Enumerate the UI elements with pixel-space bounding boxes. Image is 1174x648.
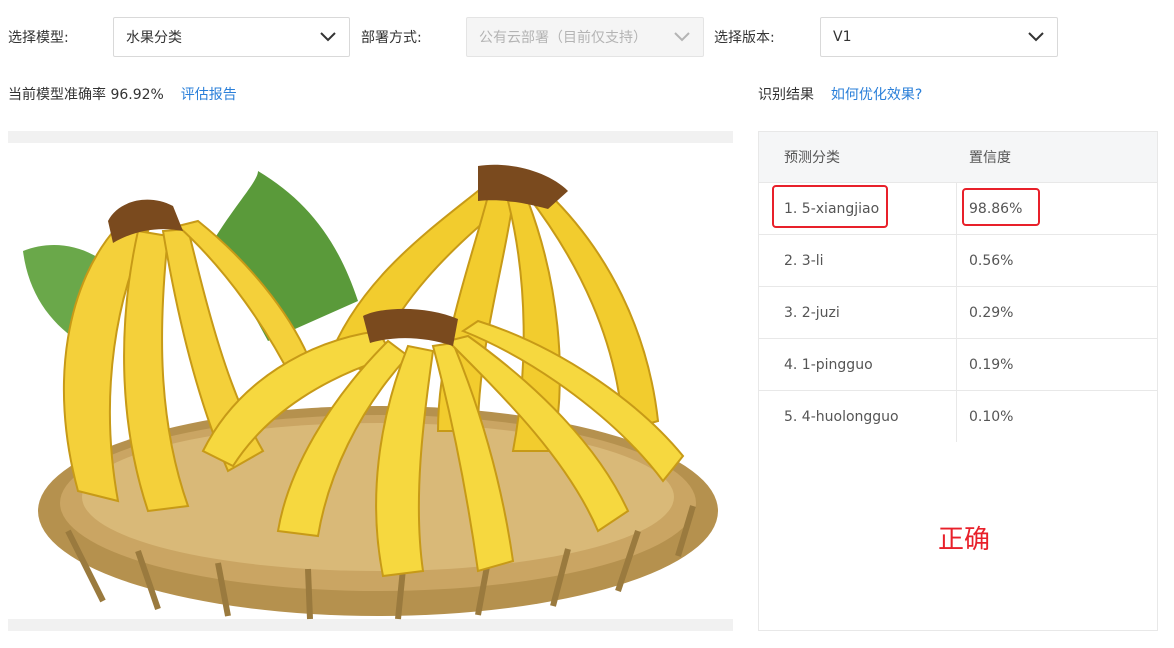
chevron-down-icon xyxy=(319,28,337,46)
uploaded-image xyxy=(8,131,733,631)
table-row: 2. 3-li 0.56% xyxy=(759,234,1157,286)
row-confidence: 0.10% xyxy=(969,408,1014,425)
col-conf-header: 置信度 xyxy=(969,150,1011,166)
chevron-down-icon xyxy=(1027,28,1045,46)
table-row: 5. 4-huolongguo 0.10% xyxy=(759,390,1157,442)
row-class: 2. 3-li xyxy=(784,252,824,269)
accuracy-text: 当前模型准确率 96.92% xyxy=(8,87,164,103)
row-class: 3. 2-juzi xyxy=(784,304,840,321)
model-label: 选择模型: xyxy=(8,30,69,46)
optimize-link[interactable]: 如何优化效果? xyxy=(831,87,922,103)
deploy-select-value: 公有云部署（目前仅支持） xyxy=(479,30,647,46)
version-label: 选择版本: xyxy=(714,30,775,46)
result-table-header: 预测分类 置信度 xyxy=(759,132,1157,182)
banana-illustration xyxy=(8,143,733,620)
deploy-select: 公有云部署（目前仅支持） xyxy=(466,17,704,57)
chevron-down-icon xyxy=(673,28,691,46)
row-confidence: 0.56% xyxy=(969,252,1014,269)
highlight-box xyxy=(772,185,888,228)
col-class-header: 预测分类 xyxy=(784,150,840,166)
row-confidence: 0.19% xyxy=(969,356,1014,373)
model-select[interactable]: 水果分类 xyxy=(113,17,350,57)
row-confidence: 0.29% xyxy=(969,304,1014,321)
table-row: 4. 1-pingguo 0.19% xyxy=(759,338,1157,390)
row-class: 4. 1-pingguo xyxy=(784,356,873,373)
deploy-label: 部署方式: xyxy=(361,30,422,46)
row-class: 5. 4-huolongguo xyxy=(784,408,899,425)
verdict-annotation: 正确 xyxy=(938,525,991,555)
table-row: 1. 5-xiangjiao 98.86% xyxy=(759,182,1157,234)
table-row: 3. 2-juzi 0.29% xyxy=(759,286,1157,338)
version-select-value: V1 xyxy=(833,29,852,45)
result-header: 识别结果 如何优化效果? xyxy=(758,85,922,105)
eval-report-link[interactable]: 评估报告 xyxy=(181,87,237,103)
result-title: 识别结果 xyxy=(758,87,814,103)
model-select-value: 水果分类 xyxy=(126,30,182,46)
highlight-box xyxy=(962,188,1040,226)
accuracy-summary: 当前模型准确率 96.92% 评估报告 xyxy=(8,85,237,105)
version-select[interactable]: V1 xyxy=(820,17,1058,57)
